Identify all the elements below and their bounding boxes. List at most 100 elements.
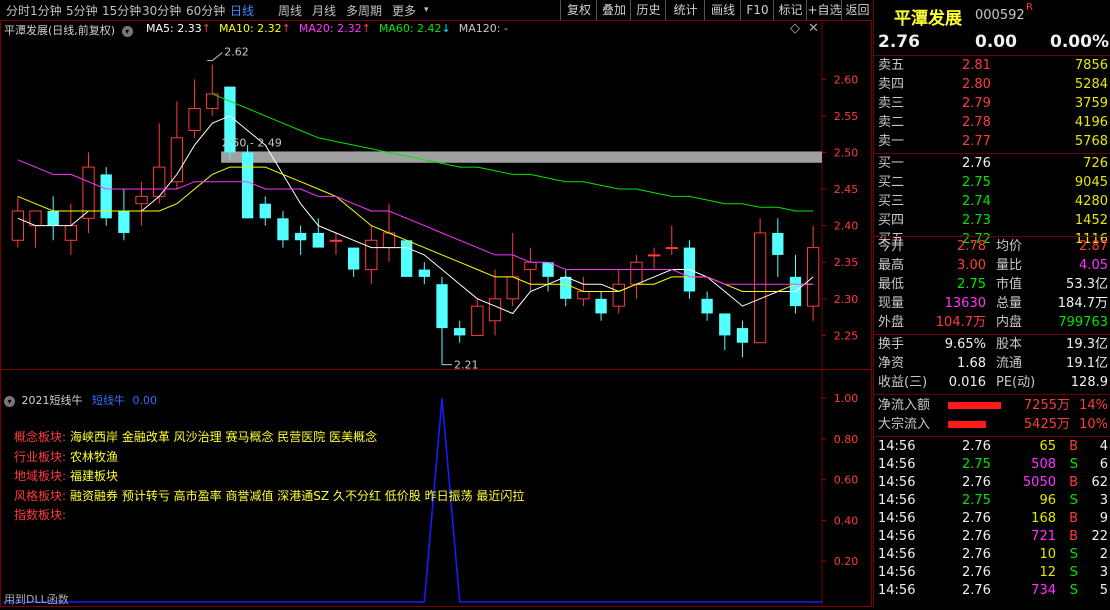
indicator-chevron-icon[interactable]: ▾ [4,396,15,407]
sector-label: 风格板块: [14,488,67,503]
ask-price: 2.81 [962,58,991,73]
bid-row-1[interactable]: 买二 2.75 9045 [878,174,1108,192]
tick-time: 14:56 [878,583,916,598]
bid-row-0[interactable]: 买一 2.76 726 [878,155,1108,173]
candle-42 [753,218,767,344]
stat-row-1: 最高 3.00 量比 4.05 [878,257,1108,275]
ask-price: 2.80 [962,77,991,92]
toolbar-button-7[interactable]: +自选 [806,0,842,20]
stat2-row-2: 收益(三) 0.016 PE(动) 128.9 [878,374,1108,392]
diamond-icon[interactable]: ◇ [790,21,800,36]
candle-20 [365,225,378,285]
period-tab-2[interactable]: 5分钟 [66,2,98,19]
y-tick-label-1: 2.55 [834,110,859,123]
ask-row-4[interactable]: 卖一 2.77 5768 [878,133,1108,151]
stat-label: 换手 [878,337,905,352]
stat-value: 13630 [944,296,986,311]
ma-label: MA20: 2.32 [298,22,362,35]
ask-row-0[interactable]: 卖五 2.81 7856 [878,57,1108,75]
period-tab-6[interactable]: 日线 [230,2,254,19]
ask-label: 卖五 [878,58,905,73]
candle-4 [82,152,95,233]
bid-label: 买二 [878,175,905,190]
ask-row-1[interactable]: 卖四 2.80 5284 [878,76,1108,94]
tick-time: 14:56 [878,475,916,490]
candle-body [294,232,307,241]
bid-price: 2.75 [962,175,991,190]
period-tab-10[interactable]: 更多 [392,2,416,19]
tick-direction: B [1069,475,1078,490]
toolbar-button-5[interactable]: F10 [740,0,774,20]
bid-price: 2.73 [962,213,991,228]
bid-row-2[interactable]: 买三 2.74 4280 [878,193,1108,211]
tick-price: 2.75 [962,457,991,472]
candle-body [753,232,767,344]
candle-body [418,269,430,277]
candle-body [647,254,661,257]
tick-row-0: 14:56 2.76 65 B 4 [878,438,1108,456]
toolbar-button-2[interactable]: 历史 [630,0,666,20]
ask-row-2[interactable]: 卖三 2.79 3759 [878,95,1108,113]
stat-label: PE(动) [996,375,1036,390]
toolbar-button-1[interactable]: 叠加 [596,0,631,20]
price-band [221,151,822,163]
period-tab-0[interactable]: 分时 [6,2,30,19]
candle-26 [471,298,484,336]
period-tab-1[interactable]: 1分钟 [30,2,62,19]
candle-11 [206,64,219,116]
period-tab-4[interactable]: 30分钟 [142,2,181,19]
candle-7 [135,181,148,226]
tick-direction: B [1069,439,1078,454]
tick-count: 3 [1099,493,1108,508]
stat-value: 4.05 [1079,258,1108,273]
sector-row-0: 概念板块: 海峡西岸 金融改革 风沙治理 赛马概念 民营医院 医美概念 [14,428,524,448]
high-annotation: 2.62 [224,46,249,59]
settings-chevron-icon[interactable]: ▾ [121,26,133,37]
candle-body [560,276,572,299]
ask-price: 2.79 [962,96,991,111]
period-tab-9[interactable]: 多周期 [346,2,382,19]
period-tab-5[interactable]: 60分钟 [186,2,225,19]
toolbar-button-3[interactable]: 统计 [665,0,705,20]
ask-row-3[interactable]: 卖二 2.78 4196 [878,114,1108,132]
more-chevron-icon[interactable]: ▾ [424,5,429,15]
toolbar-button-4[interactable]: 画线 [704,0,741,20]
flow-label: 大宗流入 [878,417,931,432]
candle-2 [47,196,59,241]
stat-row-3: 现量 13630 总量 184.7万 [878,295,1108,313]
stat-value: 2.87 [1079,239,1108,254]
candle-body [524,261,537,271]
candle-body [188,108,201,132]
toolbar-button-8[interactable]: 返回 [841,0,873,20]
candle-body [612,283,625,307]
price-change-pct: 0.00% [1050,32,1109,52]
stat-value: 128.9 [1070,375,1108,390]
stat-value: 2.75 [957,277,986,292]
indicator-value: 0.00 [132,394,158,407]
stat2-row-0: 换手 9.65% 股本 19.3亿 [878,336,1108,354]
tick-time: 14:56 [878,511,916,526]
tick-count: 22 [1091,529,1108,544]
tick-time: 14:56 [878,439,916,454]
ask-label: 卖二 [878,115,905,130]
stat-label: 均价 [996,239,1023,254]
candle-body [241,152,254,219]
bid-row-3[interactable]: 买四 2.73 1452 [878,212,1108,230]
candle-37 [665,225,678,255]
toolbar-button-6[interactable]: 标记 [773,0,807,20]
candle-body [100,174,112,219]
flow-pct: 10% [1079,417,1108,432]
ind-tick-label-3: 0.40 [834,514,859,527]
tick-time: 14:56 [878,565,916,580]
price-summary: 2.76 0.00 0.00% [878,32,1110,54]
period-tab-8[interactable]: 月线 [312,2,336,19]
candle-0 [11,196,24,248]
stock-code: 000592 [975,8,1025,23]
period-tab-3[interactable]: 15分钟 [102,2,141,19]
ind-tick-label-0: 1.00 [834,392,859,405]
toolbar-button-0[interactable]: 复权 [560,0,597,20]
close-icon[interactable]: ✕ [808,21,819,36]
period-tab-7[interactable]: 周线 [278,2,302,19]
stat-value: 2.78 [957,239,986,254]
ma-legend-item-1: MA10: 2.32↑ [219,22,291,35]
